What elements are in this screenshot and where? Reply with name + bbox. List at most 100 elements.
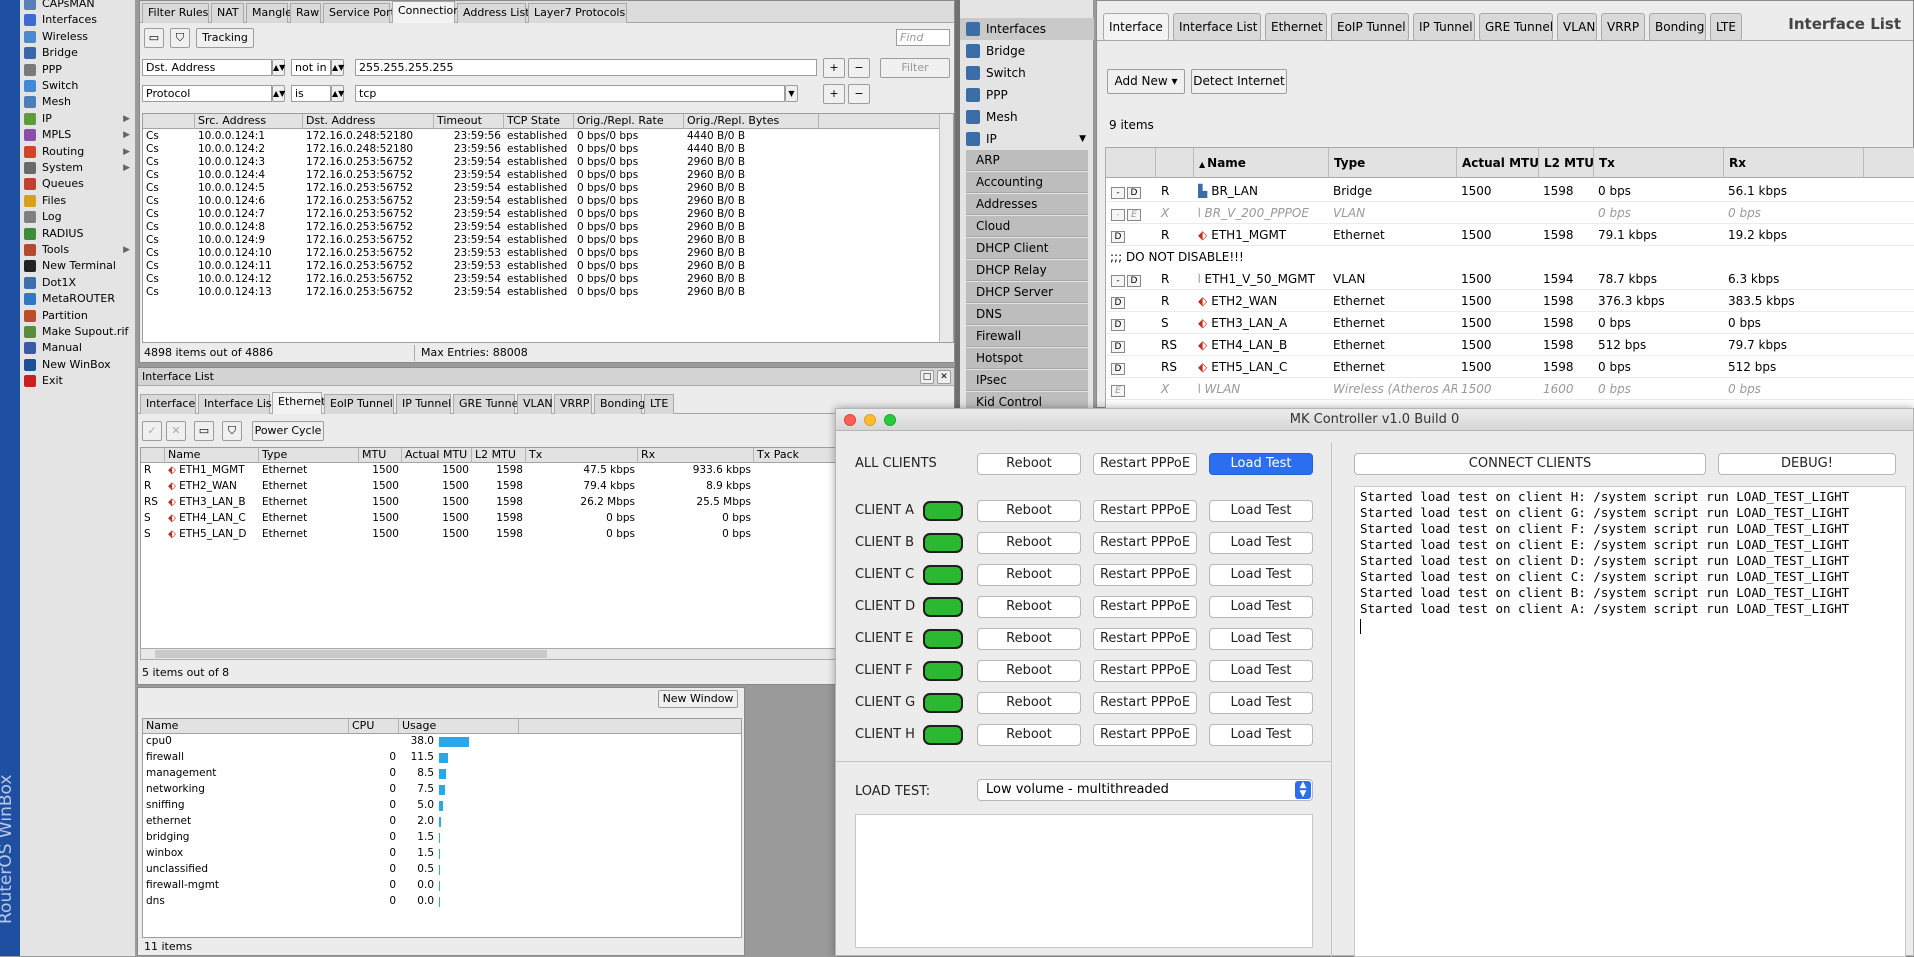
table-row[interactable]: Cs 10.0.0.124:10 172.16.0.253:56752 23:59:5… [143,247,953,260]
interface-row[interactable]: - E X ⦚ BR_V_200_PPPOE VLAN 0 bps 0 bps [1106,202,1914,224]
load-test-button[interactable]: Load Test [1209,660,1313,682]
close-icon[interactable] [844,414,856,426]
restart-pppoe-button[interactable]: Restart PPPoE [1093,724,1197,746]
column-header[interactable]: CPU [349,719,399,734]
load-test-button[interactable]: Load Test [1209,500,1313,522]
disable-button[interactable]: D [1111,319,1125,331]
filter-button[interactable]: Filter [880,58,950,78]
tab-gre-tunnel[interactable]: GRE Tunnel [1479,13,1553,41]
table-row[interactable]: Cs 10.0.0.124:11 172.16.0.253:56752 23:59:5… [143,260,953,273]
tab-vlan[interactable]: VLAN [1557,13,1597,41]
filter1-value[interactable]: 255.255.255.255 [355,59,817,76]
table-row[interactable]: R ⬖ ETH1_MGMT Ethernet 1500 1500 1598 47.5 kbps… [141,464,839,477]
column-header[interactable]: MTU [359,448,402,463]
enable-button[interactable]: E [1111,385,1125,397]
column-header-buttons[interactable] [1106,148,1156,178]
comment-icon[interactable]: ▭ [194,421,214,441]
reboot-button[interactable]: Reboot [977,692,1081,714]
check-icon[interactable]: ✓ [142,421,162,441]
tab-interface-list[interactable]: Interface List [1173,13,1261,41]
column-header[interactable]: Actual MTU [402,448,472,463]
column-header[interactable]: Rx [638,448,754,463]
load-test-button[interactable]: Load Test [1209,596,1313,618]
cross-icon[interactable]: ✕ [166,421,186,441]
table-row[interactable]: cpu0 38.0 [143,735,741,748]
tab-ip-tunnel[interactable]: IP Tunnel [1413,13,1475,41]
column-header[interactable]: Dst. Address [303,114,434,129]
disable-button[interactable]: D [1111,363,1125,375]
restart-pppoe-button[interactable]: Restart PPPoE [1093,596,1197,618]
submenu-item-cloud[interactable]: Cloud [966,216,1088,237]
reboot-button[interactable]: Reboot [977,500,1081,522]
find-input[interactable]: Find [896,29,950,46]
column-header-flags[interactable] [1156,148,1194,178]
column-header-flags[interactable] [143,114,195,129]
restart-pppoe-button[interactable]: Restart PPPoE [1093,532,1197,554]
submenu-item-dhcp-client[interactable]: DHCP Client [966,238,1088,259]
interface-row[interactable]: D R ⬖ ETH2_WAN Ethernet 1500 1598 376.3 kbps 383… [1106,290,1914,312]
remove-filter-button[interactable]: − [848,84,870,104]
table-row[interactable]: Cs 10.0.0.124:3 172.16.0.253:56752 23:59:54… [143,156,953,169]
column-header[interactable]: Name [165,448,259,463]
table-row[interactable]: unclassified 0 0.5 [143,863,741,876]
submenu-item-dhcp-server[interactable]: DHCP Server [966,282,1088,303]
menu-item-bridge[interactable]: Bridge [960,40,1094,62]
tab-bonding[interactable]: Bonding [594,394,645,414]
table-row[interactable]: S ⬖ ETH5_LAN_D Ethernet 1500 1500 1598 0 bps 0 b… [141,528,839,541]
disable-button[interactable]: D [1127,275,1141,287]
tab-interface-list[interactable]: Interface List [198,394,276,414]
tab-eoip-tunnel[interactable]: EoIP Tunnel [324,394,394,414]
tab-vrrp[interactable]: VRRP [554,394,592,414]
load-test-button[interactable]: Load Test [1209,628,1313,650]
menu-item-switch[interactable]: Switch [960,62,1094,84]
filter2-value[interactable]: tcp [355,85,785,102]
tab-layer7-protocols[interactable]: Layer7 Protocols [528,3,627,23]
reboot-all-button[interactable]: Reboot [977,453,1081,475]
tab-nat[interactable]: NAT [211,3,244,23]
restart-pppoe-button[interactable]: Restart PPPoE [1093,660,1197,682]
column-header[interactable]: Tx [1594,148,1724,178]
submenu-item-accounting[interactable]: Accounting [966,172,1088,193]
tab-interface[interactable]: Interface [1103,13,1169,41]
column-header[interactable]: Tx [526,448,638,463]
restart-pppoe-button[interactable]: Restart PPPoE [1093,564,1197,586]
menu-item-ip[interactable]: IP ▼ [960,128,1094,150]
detect-internet-button[interactable]: Detect Internet [1191,69,1287,94]
load-test-button[interactable]: Load Test [1209,724,1313,746]
load-test-button[interactable]: Load Test [1209,692,1313,714]
reboot-button[interactable]: Reboot [977,532,1081,554]
table-row[interactable]: ethernet 0 2.0 [143,815,741,828]
chevron-down-icon[interactable]: ▲▼ [272,59,285,76]
disable-button[interactable]: D [1127,187,1141,199]
tracking-button[interactable]: Tracking [196,28,254,48]
interface-row[interactable]: D R ⬖ ETH1_MGMT Ethernet 1500 1598 79.1 kbps 19.… [1106,224,1914,246]
filter2-op[interactable]: is [291,85,331,102]
close-icon[interactable]: ✕ [937,370,951,384]
load-test-button[interactable]: Load Test [1209,532,1313,554]
submenu-item-addresses[interactable]: Addresses [966,194,1088,215]
table-row[interactable]: R ⬖ ETH2_WAN Ethernet 1500 1500 1598 79.4 kbps 8… [141,480,839,493]
filter-icon[interactable]: ⛉ [222,421,242,441]
submenu-item-firewall[interactable]: Firewall [966,326,1088,347]
interface-row[interactable]: D S ⬖ ETH3_LAN_A Ethernet 1500 1598 0 bps 0 bps [1106,312,1914,334]
table-row[interactable]: management 0 8.5 [143,767,741,780]
table-row[interactable]: winbox 0 1.5 [143,847,741,860]
tab-filter-rules[interactable]: Filter Rules [142,3,209,23]
chevron-down-icon[interactable]: ▲▼ [272,85,285,102]
table-row[interactable]: bridging 0 1.5 [143,831,741,844]
column-header[interactable]: Name [143,719,349,734]
table-row[interactable]: firewall 0 11.5 [143,751,741,764]
column-header[interactable]: Actual MTU [1457,148,1539,178]
log-output[interactable]: Started load test on client H: /system s… [1354,486,1906,957]
column-header[interactable]: Src. Address [195,114,303,129]
submenu-item-arp[interactable]: ARP [966,150,1088,171]
tab-bonding[interactable]: Bonding [1649,13,1706,41]
reboot-button[interactable]: Reboot [977,660,1081,682]
table-row[interactable]: S ⬖ ETH4_LAN_C Ethernet 1500 1500 1598 0 bps 0 b… [141,512,839,525]
interface-row[interactable]: D RS ⬖ ETH5_LAN_C Ethernet 1500 1598 0 bps 512 b… [1106,356,1914,378]
tab-service-ports[interactable]: Service Ports [323,3,401,23]
submenu-item-dhcp-relay[interactable]: DHCP Relay [966,260,1088,281]
load-test-output[interactable] [855,814,1313,948]
chevron-down-icon[interactable]: ▲▼ [331,59,344,76]
column-header[interactable]: L2 MTU [1539,148,1594,178]
